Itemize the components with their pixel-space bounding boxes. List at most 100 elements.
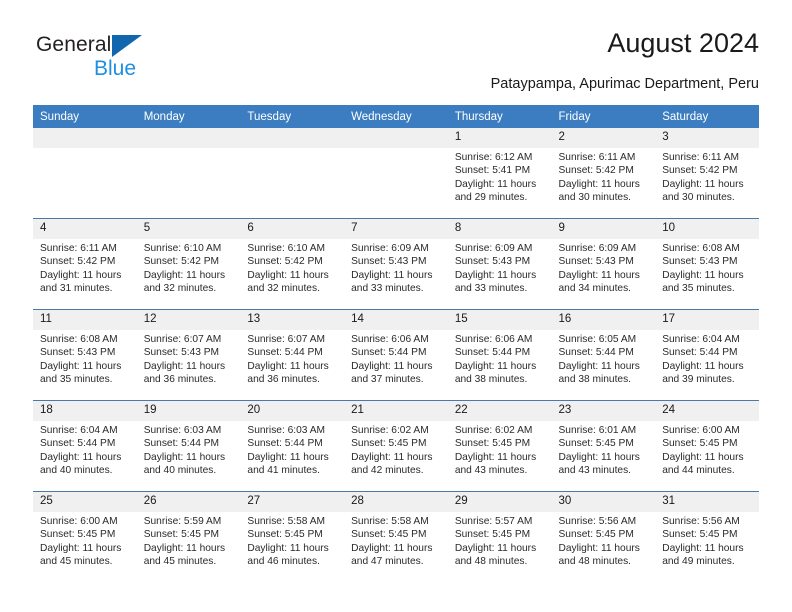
- sunrise-text: Sunrise: 6:02 AM: [454, 425, 533, 436]
- daylight-text-line2: and 42 minutes.: [351, 464, 424, 476]
- calendar-day-cell[interactable]: 15 Sunrise: 6:06 AM Sunset: 5:44 PM Dayligh…: [447, 309, 552, 401]
- sunset-text: Sunset: 5:42 PM: [247, 256, 323, 268]
- calendar-day-cell[interactable]: 18 Sunrise: 6:04 AM Sunset: 5:44 PM Dayligh…: [33, 400, 137, 492]
- day-details: Sunrise: 6:11 AM Sunset: 5:42 PM Daylight:…: [552, 148, 656, 204]
- daylight-text-line2: and 38 minutes.: [558, 373, 632, 385]
- calendar-day-cell[interactable]: 28 Sunrise: 5:58 AM Sunset: 5:45 PM Dayligh…: [344, 491, 448, 582]
- calendar-day-cell[interactable]: 27 Sunrise: 5:58 AM Sunset: 5:45 PM Dayligh…: [240, 491, 345, 582]
- day-number: 19: [136, 401, 241, 421]
- daylight-text-line2: and 49 minutes.: [662, 555, 735, 567]
- calendar-day-cell[interactable]: 19 Sunrise: 6:03 AM Sunset: 5:44 PM Dayligh…: [136, 400, 241, 492]
- calendar-day-cell[interactable]: 20 Sunrise: 6:03 AM Sunset: 5:44 PM Dayligh…: [240, 400, 345, 492]
- calendar-day-cell[interactable]: 17 Sunrise: 6:04 AM Sunset: 5:44 PM Dayligh…: [655, 309, 759, 401]
- calendar-day-cell[interactable]: 13 Sunrise: 6:07 AM Sunset: 5:44 PM Dayligh…: [240, 309, 345, 401]
- daylight-text-line2: and 30 minutes.: [662, 191, 735, 203]
- sunrise-text: Sunrise: 5:58 AM: [247, 516, 325, 527]
- calendar-day-cell[interactable]: 7 Sunrise: 6:09 AM Sunset: 5:43 PM Daylight…: [344, 218, 448, 310]
- day-details: Sunrise: 6:09 AM Sunset: 5:43 PM Daylight:…: [552, 239, 656, 295]
- daylight-text-line2: and 31 minutes.: [40, 282, 113, 294]
- sunset-text: Sunset: 5:44 PM: [40, 438, 116, 450]
- day-number: 20: [240, 401, 345, 421]
- day-number: 3: [655, 128, 759, 148]
- sunset-text: Sunset: 5:43 PM: [351, 256, 427, 268]
- sunrise-text: Sunrise: 6:10 AM: [247, 243, 325, 254]
- calendar-day-cell[interactable]: 11 Sunrise: 6:08 AM Sunset: 5:43 PM Dayligh…: [33, 309, 137, 401]
- day-number: 27: [240, 492, 345, 512]
- calendar-day-cell[interactable]: 4 Sunrise: 6:11 AM Sunset: 5:42 PM Daylight…: [33, 218, 137, 310]
- calendar-day-cell[interactable]: 8 Sunrise: 6:09 AM Sunset: 5:43 PM Daylight…: [447, 218, 552, 310]
- weekday-friday: Friday: [551, 105, 656, 128]
- daylight-text-line2: and 30 minutes.: [558, 191, 632, 203]
- calendar-day-cell[interactable]: 31 Sunrise: 5:56 AM Sunset: 5:45 PM Dayligh…: [655, 491, 759, 582]
- day-details: Sunrise: 6:05 AM Sunset: 5:44 PM Daylight:…: [552, 330, 656, 386]
- daylight-text-line2: and 46 minutes.: [247, 555, 320, 567]
- day-number: 26: [136, 492, 241, 512]
- day-number: 5: [136, 219, 241, 239]
- calendar-day-cell[interactable]: 9 Sunrise: 6:09 AM Sunset: 5:43 PM Daylight…: [551, 218, 656, 310]
- calendar-day-cell[interactable]: 23 Sunrise: 6:01 AM Sunset: 5:45 PM Dayligh…: [551, 400, 656, 492]
- daylight-text-line1: Daylight: 11 hours: [351, 360, 433, 372]
- day-details: Sunrise: 6:10 AM Sunset: 5:42 PM Daylight:…: [137, 239, 241, 295]
- daylight-text-line1: Daylight: 11 hours: [247, 542, 329, 554]
- day-number: 1: [447, 128, 552, 148]
- general-blue-logo[interactable]: General Blue: [36, 34, 236, 88]
- daylight-text-line2: and 45 minutes.: [40, 555, 113, 567]
- daylight-text-line1: Daylight: 11 hours: [351, 269, 433, 281]
- day-number: 11: [33, 310, 137, 330]
- daylight-text-line1: Daylight: 11 hours: [558, 360, 640, 372]
- weekday-sunday: Sunday: [33, 105, 137, 128]
- daylight-text-line2: and 47 minutes.: [351, 555, 424, 567]
- day-details: Sunrise: 6:06 AM Sunset: 5:44 PM Daylight:…: [344, 330, 448, 386]
- day-details: Sunrise: 6:02 AM Sunset: 5:45 PM Daylight:…: [344, 421, 448, 477]
- day-number: 12: [136, 310, 241, 330]
- calendar-day-cell[interactable]: 10 Sunrise: 6:08 AM Sunset: 5:43 PM Dayligh…: [655, 218, 759, 310]
- calendar-day-cell[interactable]: 6 Sunrise: 6:10 AM Sunset: 5:42 PM Daylight…: [240, 218, 345, 310]
- sunrise-text: Sunrise: 6:11 AM: [558, 152, 636, 163]
- daylight-text-line2: and 41 minutes.: [247, 464, 320, 476]
- sunset-text: Sunset: 5:45 PM: [454, 438, 531, 450]
- daylight-text-line1: Daylight: 11 hours: [351, 451, 433, 463]
- calendar-day-cell[interactable]: 30 Sunrise: 5:56 AM Sunset: 5:45 PM Dayligh…: [551, 491, 656, 582]
- daylight-text-line2: and 35 minutes.: [662, 282, 735, 294]
- calendar-day-cell-empty: [240, 128, 345, 219]
- daylight-text-line2: and 35 minutes.: [40, 373, 113, 385]
- daylight-text-line2: and 48 minutes.: [454, 555, 528, 567]
- sunset-text: Sunset: 5:44 PM: [143, 438, 220, 450]
- calendar-day-cell[interactable]: 2 Sunrise: 6:11 AM Sunset: 5:42 PM Daylight…: [551, 128, 656, 219]
- daylight-text-line1: Daylight: 11 hours: [454, 178, 537, 190]
- day-details: Sunrise: 6:00 AM Sunset: 5:45 PM Daylight:…: [655, 421, 759, 477]
- day-details: Sunrise: 6:04 AM Sunset: 5:44 PM Daylight:…: [655, 330, 759, 386]
- weekday-wednesday: Wednesday: [344, 105, 448, 128]
- calendar-day-cell[interactable]: 26 Sunrise: 5:59 AM Sunset: 5:45 PM Dayligh…: [136, 491, 241, 582]
- day-number: 21: [344, 401, 448, 421]
- calendar-day-cell[interactable]: 22 Sunrise: 6:02 AM Sunset: 5:45 PM Dayligh…: [447, 400, 552, 492]
- calendar-day-cell[interactable]: 16 Sunrise: 6:05 AM Sunset: 5:44 PM Dayligh…: [551, 309, 656, 401]
- day-number: 10: [655, 219, 759, 239]
- calendar-day-cell[interactable]: 29 Sunrise: 5:57 AM Sunset: 5:45 PM Dayligh…: [447, 491, 552, 582]
- sunrise-text: Sunrise: 6:11 AM: [40, 243, 117, 254]
- calendar-day-cell[interactable]: 5 Sunrise: 6:10 AM Sunset: 5:42 PM Daylight…: [136, 218, 241, 310]
- calendar-day-cell[interactable]: 3 Sunrise: 6:11 AM Sunset: 5:42 PM Daylight…: [655, 128, 759, 219]
- logo-text-blue: Blue: [94, 57, 137, 80]
- day-number: 25: [33, 492, 137, 512]
- sunrise-text: Sunrise: 6:08 AM: [40, 334, 118, 345]
- sunset-text: Sunset: 5:41 PM: [454, 165, 531, 177]
- calendar-day-cell[interactable]: 12 Sunrise: 6:07 AM Sunset: 5:43 PM Dayligh…: [136, 309, 241, 401]
- day-details: Sunrise: 6:07 AM Sunset: 5:43 PM Daylight:…: [137, 330, 241, 386]
- daylight-text-line2: and 29 minutes.: [454, 191, 528, 203]
- sunset-text: Sunset: 5:45 PM: [558, 529, 634, 541]
- sunrise-text: Sunrise: 6:09 AM: [351, 243, 429, 254]
- day-details: Sunrise: 6:12 AM Sunset: 5:41 PM Daylight:…: [448, 148, 552, 204]
- daylight-text-line1: Daylight: 11 hours: [143, 542, 226, 554]
- sunrise-text: Sunrise: 5:56 AM: [662, 516, 740, 527]
- calendar-week-row: 18 Sunrise: 6:04 AM Sunset: 5:44 PM Dayligh…: [33, 400, 759, 492]
- calendar-day-cell[interactable]: 25 Sunrise: 6:00 AM Sunset: 5:45 PM Dayligh…: [33, 491, 137, 582]
- calendar-day-cell[interactable]: 24 Sunrise: 6:00 AM Sunset: 5:45 PM Dayligh…: [655, 400, 759, 492]
- calendar-day-cell[interactable]: 1 Sunrise: 6:12 AM Sunset: 5:41 PM Daylight…: [447, 128, 552, 219]
- sunrise-text: Sunrise: 5:57 AM: [454, 516, 533, 527]
- sunrise-text: Sunrise: 5:58 AM: [351, 516, 429, 527]
- calendar-day-cell[interactable]: 14 Sunrise: 6:06 AM Sunset: 5:44 PM Dayligh…: [344, 309, 448, 401]
- daylight-text-line1: Daylight: 11 hours: [662, 178, 744, 190]
- day-details: Sunrise: 5:56 AM Sunset: 5:45 PM Daylight:…: [552, 512, 656, 568]
- calendar-day-cell[interactable]: 21 Sunrise: 6:02 AM Sunset: 5:45 PM Dayligh…: [344, 400, 448, 492]
